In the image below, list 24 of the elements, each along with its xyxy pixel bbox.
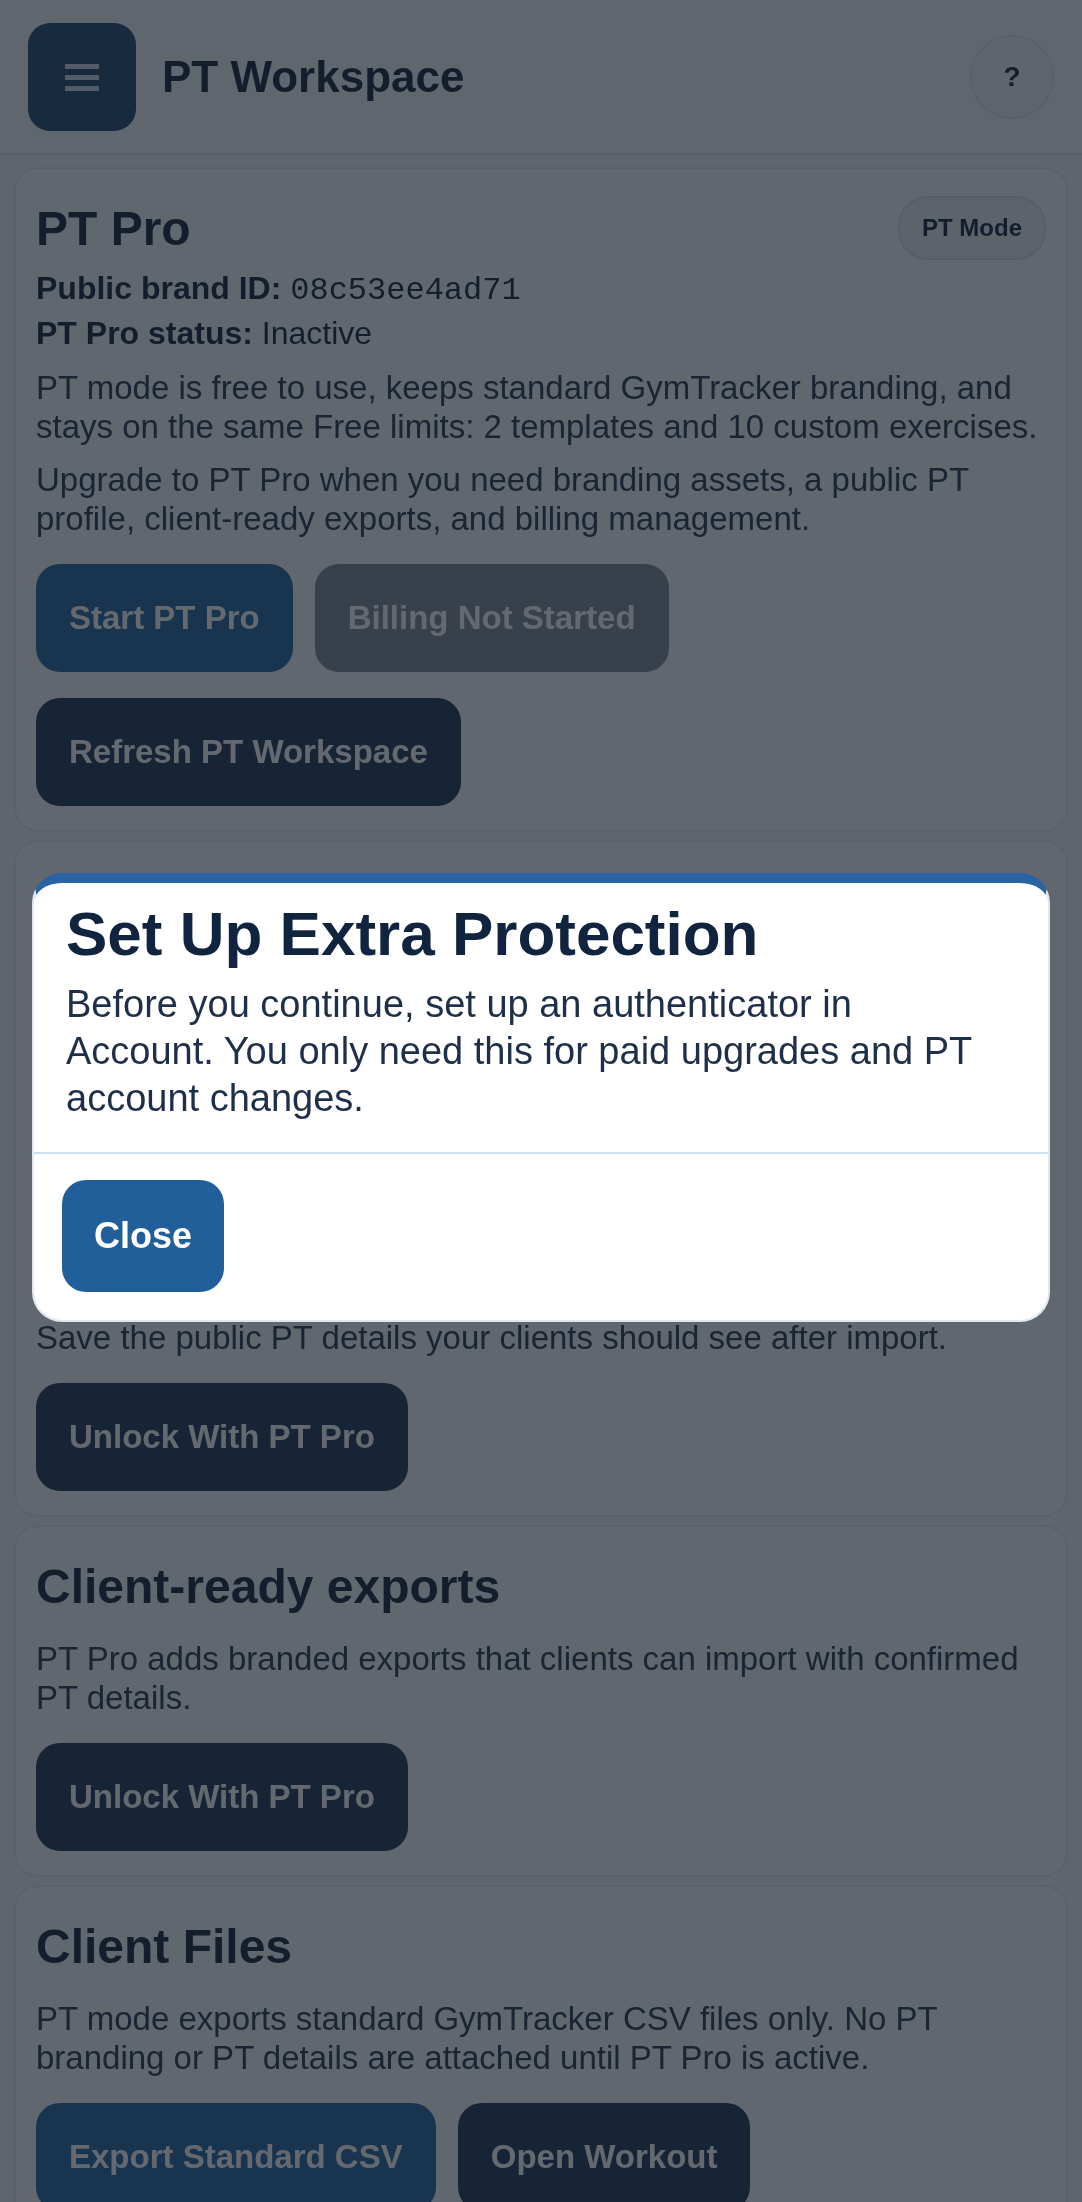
action-button[interactable]: Unlock With PT Pro: [36, 1743, 408, 1851]
action-button[interactable]: Unlock With PT Pro: [36, 1383, 408, 1491]
section-title: Client-ready exports: [36, 1559, 501, 1615]
menu-button[interactable]: [28, 22, 136, 131]
description-text: PT Pro adds branded exports that clients can import with confirmed PT details.: [36, 1639, 1020, 1717]
action-button[interactable]: Refresh PT Workspace: [36, 698, 461, 806]
description-text: PT mode exports standard GymTracker CSV files only. No PT branding or PT details are attached until PT Pro is active.: [36, 1999, 939, 2077]
help-button[interactable]: ?: [970, 34, 1054, 119]
info-line: PT Pro status: Inactive: [36, 314, 374, 353]
mode-badge: PT Mode: [898, 196, 1046, 260]
action-button[interactable]: Export Standard CSV: [36, 2103, 436, 2202]
close-button[interactable]: Close: [62, 1180, 225, 1293]
dialog-message: Before you continue, set up an authenticator in Account. You only need this for paid upgrades and PT account changes.: [65, 982, 973, 1122]
action-button[interactable]: Start PT Pro: [36, 564, 293, 672]
action-button[interactable]: Open Workout: [457, 2103, 751, 2202]
section-title: Client Files: [36, 1919, 293, 1975]
section-title: PT Pro: [36, 201, 191, 257]
description-text: PT mode is free to use, keeps standard GymTracker branding, and stays on the same Free limits: 2 templates and 10 custom exercises.: [36, 368, 1039, 446]
description-text: Save the public PT details your clients should see after import.: [36, 1318, 949, 1357]
dialog-title: Set Up Extra Protection: [65, 898, 760, 970]
info-line: Public brand ID: 08c53ee4ad71: [36, 269, 522, 311]
menu-icon: [65, 61, 99, 92]
app-title: PT Workspace: [162, 50, 466, 103]
description-text: Upgrade to PT Pro when you need branding assets, a public PT profile, client-ready exports, and billing management.: [36, 460, 970, 538]
